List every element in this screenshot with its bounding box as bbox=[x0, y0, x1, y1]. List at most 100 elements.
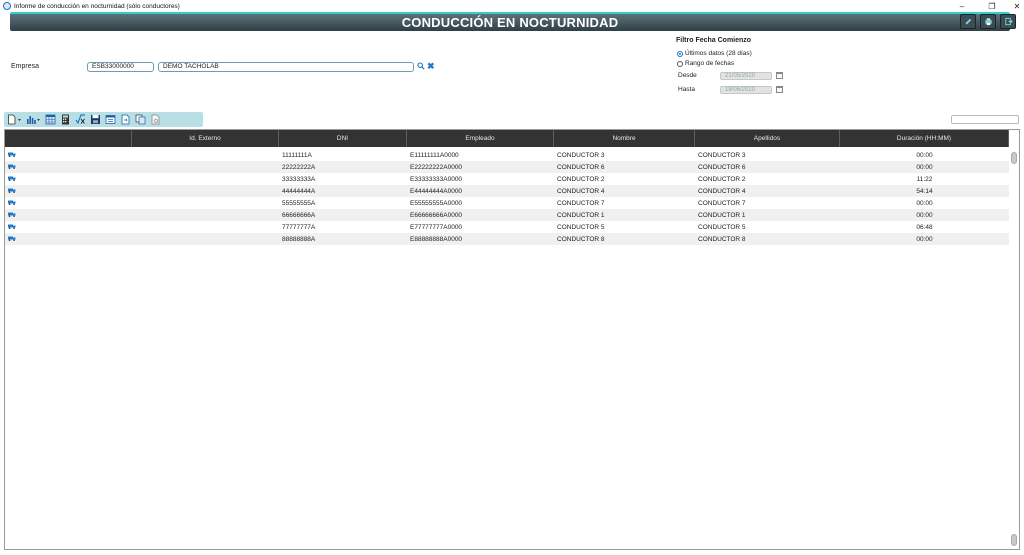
column-header-dni[interactable]: DNI bbox=[279, 130, 407, 147]
app-globe-icon bbox=[3, 2, 11, 10]
calculator-icon bbox=[62, 114, 69, 125]
copy-button[interactable] bbox=[135, 114, 146, 125]
cell-apellidos: CONDUCTOR 6 bbox=[698, 163, 746, 171]
radio-last-data[interactable] bbox=[677, 51, 683, 57]
chart-button[interactable] bbox=[26, 114, 41, 125]
report-icon bbox=[105, 115, 116, 124]
company-name-field[interactable]: DEMO TACHOLAB bbox=[158, 62, 414, 72]
cell-dni: 22222222A bbox=[282, 163, 316, 171]
cell-apellidos: CONDUCTOR 2 bbox=[698, 175, 746, 183]
print-preview-button[interactable] bbox=[150, 114, 161, 125]
cell-empleado: E55555555A0000 bbox=[410, 199, 463, 207]
cell-duracion: 00:00 bbox=[916, 151, 933, 159]
grid-search-input[interactable] bbox=[951, 115, 1019, 124]
vertical-scrollbar[interactable] bbox=[1011, 150, 1017, 548]
cell-nombre: CONDUCTOR 5 bbox=[557, 223, 605, 231]
table-row[interactable]: 22222222A E22222222A0000 CONDUCTOR 6 CONDUC… bbox=[5, 161, 1009, 173]
cell-duracion: 00:00 bbox=[916, 211, 933, 219]
cell-nombre: CONDUCTOR 4 bbox=[557, 187, 605, 195]
calendar-icon[interactable] bbox=[776, 72, 783, 79]
truck-icon-cell bbox=[5, 188, 132, 195]
scroll-down-button[interactable] bbox=[1011, 534, 1017, 546]
truck-icon bbox=[8, 164, 16, 169]
calculator-button[interactable] bbox=[60, 114, 71, 125]
from-date-field[interactable]: 21/05/2020 bbox=[720, 72, 772, 80]
clear-icon[interactable]: ✖ bbox=[427, 62, 435, 71]
table-body: 11111111A E11111111A0000 CONDUCTOR 3 CONDUC… bbox=[5, 149, 1009, 245]
calendar-grid-button[interactable] bbox=[45, 114, 56, 125]
truck-icon bbox=[8, 224, 16, 229]
pencil-icon bbox=[965, 18, 971, 25]
filter-title: Filtro Fecha Comienzo bbox=[676, 37, 752, 44]
cell-apellidos: CONDUCTOR 7 bbox=[698, 199, 746, 207]
edit-button[interactable] bbox=[960, 14, 976, 29]
cell-dni: 44444444A bbox=[282, 187, 316, 195]
truck-icon-cell bbox=[5, 212, 132, 219]
cell-nombre: CONDUCTOR 2 bbox=[557, 175, 605, 183]
header-banner: CONDUCCIÓN EN NOCTURNIDAD bbox=[10, 12, 1010, 31]
cell-nombre: CONDUCTOR 3 bbox=[557, 151, 605, 159]
table-row[interactable]: 44444444A E44444444A0000 CONDUCTOR 4 CONDUC… bbox=[5, 185, 1009, 197]
formula-button[interactable] bbox=[75, 114, 86, 125]
cell-duracion: 00:00 bbox=[916, 163, 933, 171]
to-date-field[interactable]: 18/06/2020 bbox=[720, 86, 772, 94]
truck-icon-cell bbox=[5, 176, 132, 183]
chart-icon bbox=[27, 116, 40, 124]
window-titlebar: Informe de conducción en nocturnidad (só… bbox=[0, 0, 1024, 12]
company-code-field[interactable]: ESB33000000 bbox=[87, 62, 154, 72]
minimize-button[interactable]: – bbox=[947, 0, 977, 12]
scroll-up-button[interactable] bbox=[1011, 152, 1017, 164]
column-header-duracion[interactable]: Duración (HH:MM) bbox=[840, 130, 1009, 147]
search-icon[interactable] bbox=[417, 62, 425, 70]
exit-button[interactable] bbox=[1000, 14, 1016, 29]
cell-apellidos: CONDUCTOR 8 bbox=[698, 235, 746, 243]
truck-icon-cell bbox=[5, 200, 132, 207]
truck-icon-cell bbox=[5, 224, 132, 231]
export-button[interactable] bbox=[120, 114, 131, 125]
cell-dni: 66666666A bbox=[282, 211, 316, 219]
radio-date-range[interactable] bbox=[677, 61, 683, 67]
from-label: Desde bbox=[678, 72, 697, 79]
close-window-button[interactable]: ✕ bbox=[1002, 0, 1024, 12]
cell-dni: 33333333A bbox=[282, 175, 316, 183]
truck-icon bbox=[8, 176, 16, 181]
report-button[interactable] bbox=[105, 114, 116, 125]
to-label: Hasta bbox=[678, 86, 695, 93]
column-header-nombre[interactable]: Nombre bbox=[554, 130, 695, 147]
cell-apellidos: CONDUCTOR 1 bbox=[698, 211, 746, 219]
truck-icon bbox=[8, 152, 16, 157]
column-header-empleado[interactable]: Empleado bbox=[407, 130, 554, 147]
print-preview-icon bbox=[151, 114, 160, 125]
table-row[interactable]: 55555555A E55555555A0000 CONDUCTOR 7 CONDUC… bbox=[5, 197, 1009, 209]
column-header-apellidos[interactable]: Apellidos bbox=[695, 130, 840, 147]
results-table: Id. Externo DNI Empleado Nombre Apellido… bbox=[4, 129, 1020, 550]
truck-icon bbox=[8, 200, 16, 205]
column-header-id-externo[interactable]: Id. Externo bbox=[132, 130, 279, 147]
table-row[interactable]: 66666666A E66666666A0000 CONDUCTOR 1 CONDUC… bbox=[5, 209, 1009, 221]
cell-duracion: 54:14 bbox=[916, 187, 933, 195]
cell-nombre: CONDUCTOR 1 bbox=[557, 211, 605, 219]
cell-duracion: 06:48 bbox=[916, 223, 933, 231]
exit-door-icon bbox=[1004, 17, 1013, 26]
table-row[interactable]: 88888888A E88888888A0000 CONDUCTOR 8 CONDUC… bbox=[5, 233, 1009, 245]
table-row[interactable]: 77777777A E77777777A0000 CONDUCTOR 5 CONDUC… bbox=[5, 221, 1009, 233]
export-icon bbox=[121, 114, 130, 125]
column-header-icon[interactable] bbox=[5, 130, 132, 147]
grid-toolbar bbox=[4, 112, 203, 127]
table-row[interactable]: 33333333A E33333333A0000 CONDUCTOR 2 CONDUC… bbox=[5, 173, 1009, 185]
save-button[interactable] bbox=[90, 114, 101, 125]
cell-nombre: CONDUCTOR 8 bbox=[557, 235, 605, 243]
cell-dni: 77777777A bbox=[282, 223, 316, 231]
calendar-icon[interactable] bbox=[776, 86, 783, 93]
truck-icon-cell bbox=[5, 152, 132, 159]
cell-nombre: CONDUCTOR 6 bbox=[557, 163, 605, 171]
cell-duracion: 00:00 bbox=[916, 235, 933, 243]
print-button[interactable] bbox=[980, 14, 996, 29]
cell-empleado: E88888888A0000 bbox=[410, 235, 463, 243]
radio-date-range-label: Rango de fechas bbox=[685, 60, 735, 67]
new-document-button[interactable] bbox=[7, 114, 22, 125]
cell-duracion: 11:22 bbox=[916, 175, 933, 183]
cell-empleado: E33333333A0000 bbox=[410, 175, 463, 183]
table-row[interactable]: 11111111A E11111111A0000 CONDUCTOR 3 CONDUC… bbox=[5, 149, 1009, 161]
truck-icon bbox=[8, 236, 16, 241]
